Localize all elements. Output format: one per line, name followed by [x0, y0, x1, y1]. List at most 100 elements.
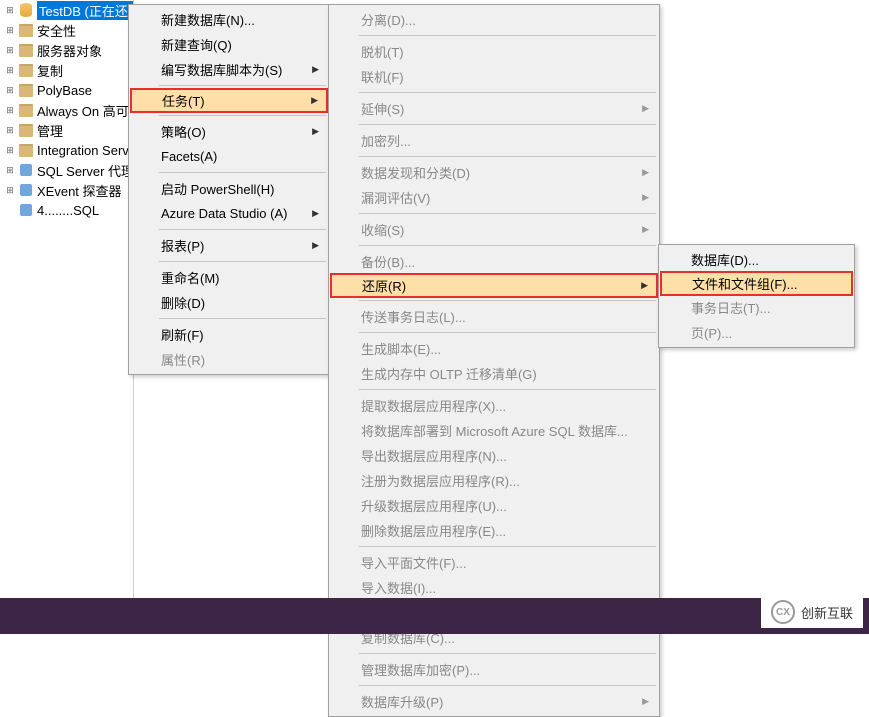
tree-item[interactable]: ⊞ XEvent 探查器: [0, 180, 133, 200]
menu-item-label: 加密列...: [361, 131, 411, 150]
menu-item: 收缩(S): [331, 217, 657, 242]
expand-icon[interactable]: ⊞: [4, 64, 16, 76]
menu-item[interactable]: 数据库(D)...: [661, 247, 852, 272]
tree-label: 服务器对象: [37, 41, 102, 60]
tree-item[interactable]: ⊞ 复制: [0, 60, 133, 80]
menu-item-label: 提取数据层应用程序(X)...: [361, 396, 506, 415]
menu-item: 分离(D)...: [331, 7, 657, 32]
context-menu-level1: 新建数据库(N)... 新建查询(Q) 编写数据库脚本为(S) 任务(T) 策略(O)F…: [128, 4, 330, 375]
menu-item-label: 数据发现和分类(D): [361, 163, 470, 182]
menu-item-label: 收缩(S): [361, 220, 404, 239]
menu-item: 备份(B)...: [331, 249, 657, 274]
menu-item[interactable]: 文件和文件组(F)...: [660, 271, 853, 296]
menu-item: 联机(F): [331, 64, 657, 89]
menu-item-label: 数据库升级(P): [361, 692, 443, 711]
menu-item: 导出数据层应用程序(N)...: [331, 443, 657, 468]
menu-item[interactable]: 删除(D): [131, 290, 327, 315]
expand-icon[interactable]: ⊞: [4, 44, 16, 56]
menu-separator: [359, 156, 656, 157]
menu-item[interactable]: 重命名(M): [131, 265, 327, 290]
menu-item: 加密列...: [331, 128, 657, 153]
tree-item[interactable]: ⊞ 安全性: [0, 20, 133, 40]
expand-icon[interactable]: ⊞: [4, 184, 16, 196]
folder-icon: [18, 82, 34, 98]
tree-item[interactable]: ⊞ 服务器对象: [0, 40, 133, 60]
menu-item-label: 删除数据层应用程序(E)...: [361, 521, 506, 540]
menu-item: 删除数据层应用程序(E)...: [331, 518, 657, 543]
object-explorer-tree: ⊞TestDB (正在还原...)⊞安全性⊞服务器对象⊞复制⊞PolyBase⊞…: [0, 0, 134, 634]
tree-item[interactable]: ⊞ TestDB (正在还原...): [0, 0, 133, 20]
folder-icon: [18, 42, 34, 58]
menu-item-label: 导出数据层应用程序(N)...: [361, 446, 507, 465]
menu-item: 数据发现和分类(D): [331, 160, 657, 185]
menu-item: 属性(R): [131, 347, 327, 372]
menu-item: 将数据库部署到 Microsoft Azure SQL 数据库...: [331, 418, 657, 443]
menu-item: 升级数据层应用程序(U)...: [331, 493, 657, 518]
folder-icon: [18, 102, 34, 118]
menu-separator: [359, 35, 656, 36]
tree-label: 复制: [37, 61, 63, 80]
menu-separator: [359, 389, 656, 390]
menu-item-label: 还原(R): [362, 276, 406, 295]
menu-item-label: 报表(P): [161, 236, 204, 255]
expand-icon[interactable]: ⊞: [4, 4, 16, 16]
menu-separator: [159, 172, 326, 173]
menu-item: 延伸(S): [331, 96, 657, 121]
menu-item[interactable]: 还原(R): [330, 273, 658, 298]
menu-item[interactable]: 启动 PowerShell(H): [131, 176, 327, 201]
menu-item-label: 联机(F): [361, 67, 404, 86]
menu-item-label: 属性(R): [161, 350, 205, 369]
tree-item[interactable]: 4........SQL: [0, 200, 133, 220]
menu-item-label: 备份(B)...: [361, 252, 415, 271]
tree-label: XEvent 探查器: [37, 181, 122, 200]
menu-item: 页(P)...: [661, 320, 852, 345]
tree-item[interactable]: ⊞ PolyBase: [0, 80, 133, 100]
tree-label: TestDB (正在还原...): [37, 1, 133, 20]
special-icon: [18, 202, 34, 218]
menu-item-label: 导入平面文件(F)...: [361, 553, 466, 572]
menu-item: 传送事务日志(L)...: [331, 304, 657, 329]
menu-item-label: 导入数据(I)...: [361, 578, 436, 597]
menu-item: 提取数据层应用程序(X)...: [331, 393, 657, 418]
menu-separator: [359, 92, 656, 93]
menu-item[interactable]: Facets(A): [131, 144, 327, 169]
expand-icon[interactable]: ⊞: [4, 24, 16, 36]
expand-icon[interactable]: [4, 204, 16, 216]
menu-item-label: 传送事务日志(L)...: [361, 307, 466, 326]
tree-label: PolyBase: [37, 83, 92, 98]
expand-icon[interactable]: ⊞: [4, 104, 16, 116]
menu-item[interactable]: 新建数据库(N)...: [131, 7, 327, 32]
menu-item: 事务日志(T)...: [661, 295, 852, 320]
menu-item-label: 升级数据层应用程序(U)...: [361, 496, 507, 515]
menu-separator: [359, 685, 656, 686]
expand-icon[interactable]: ⊞: [4, 144, 16, 156]
tree-item[interactable]: ⊞SQL Server 代理: [0, 160, 133, 180]
menu-item[interactable]: 刷新(F): [131, 322, 327, 347]
watermark-text: 创新互联: [801, 603, 853, 622]
tree-item[interactable]: ⊞Always On 高可用: [0, 100, 133, 120]
menu-item[interactable]: 任务(T): [130, 88, 328, 113]
expand-icon[interactable]: ⊞: [4, 164, 16, 176]
menu-item: 漏洞评估(V): [331, 185, 657, 210]
menu-separator: [159, 85, 326, 86]
menu-item-label: 将数据库部署到 Microsoft Azure SQL 数据库...: [361, 421, 628, 440]
menu-item: 注册为数据层应用程序(R)...: [331, 468, 657, 493]
menu-item-label: 管理数据库加密(P)...: [361, 660, 480, 679]
menu-item-label: 新建查询(Q): [161, 35, 232, 54]
menu-item-label: 生成内存中 OLTP 迁移清单(G): [361, 364, 537, 383]
menu-item: 导入数据(I)...: [331, 575, 657, 600]
menu-item: 生成内存中 OLTP 迁移清单(G): [331, 361, 657, 386]
expand-icon[interactable]: ⊞: [4, 84, 16, 96]
menu-item-label: 数据库(D)...: [691, 250, 759, 269]
menu-item[interactable]: Azure Data Studio (A): [131, 201, 327, 226]
tree-label: 安全性: [37, 21, 76, 40]
menu-item[interactable]: 策略(O): [131, 119, 327, 144]
tree-label: 管理: [37, 121, 63, 140]
tree-item[interactable]: ⊞Integration Serv: [0, 140, 133, 160]
menu-item[interactable]: 报表(P): [131, 233, 327, 258]
menu-item[interactable]: 编写数据库脚本为(S): [131, 57, 327, 82]
special-icon: [18, 162, 34, 178]
menu-item[interactable]: 新建查询(Q): [131, 32, 327, 57]
expand-icon[interactable]: ⊞: [4, 124, 16, 136]
tree-item[interactable]: ⊞ 管理: [0, 120, 133, 140]
